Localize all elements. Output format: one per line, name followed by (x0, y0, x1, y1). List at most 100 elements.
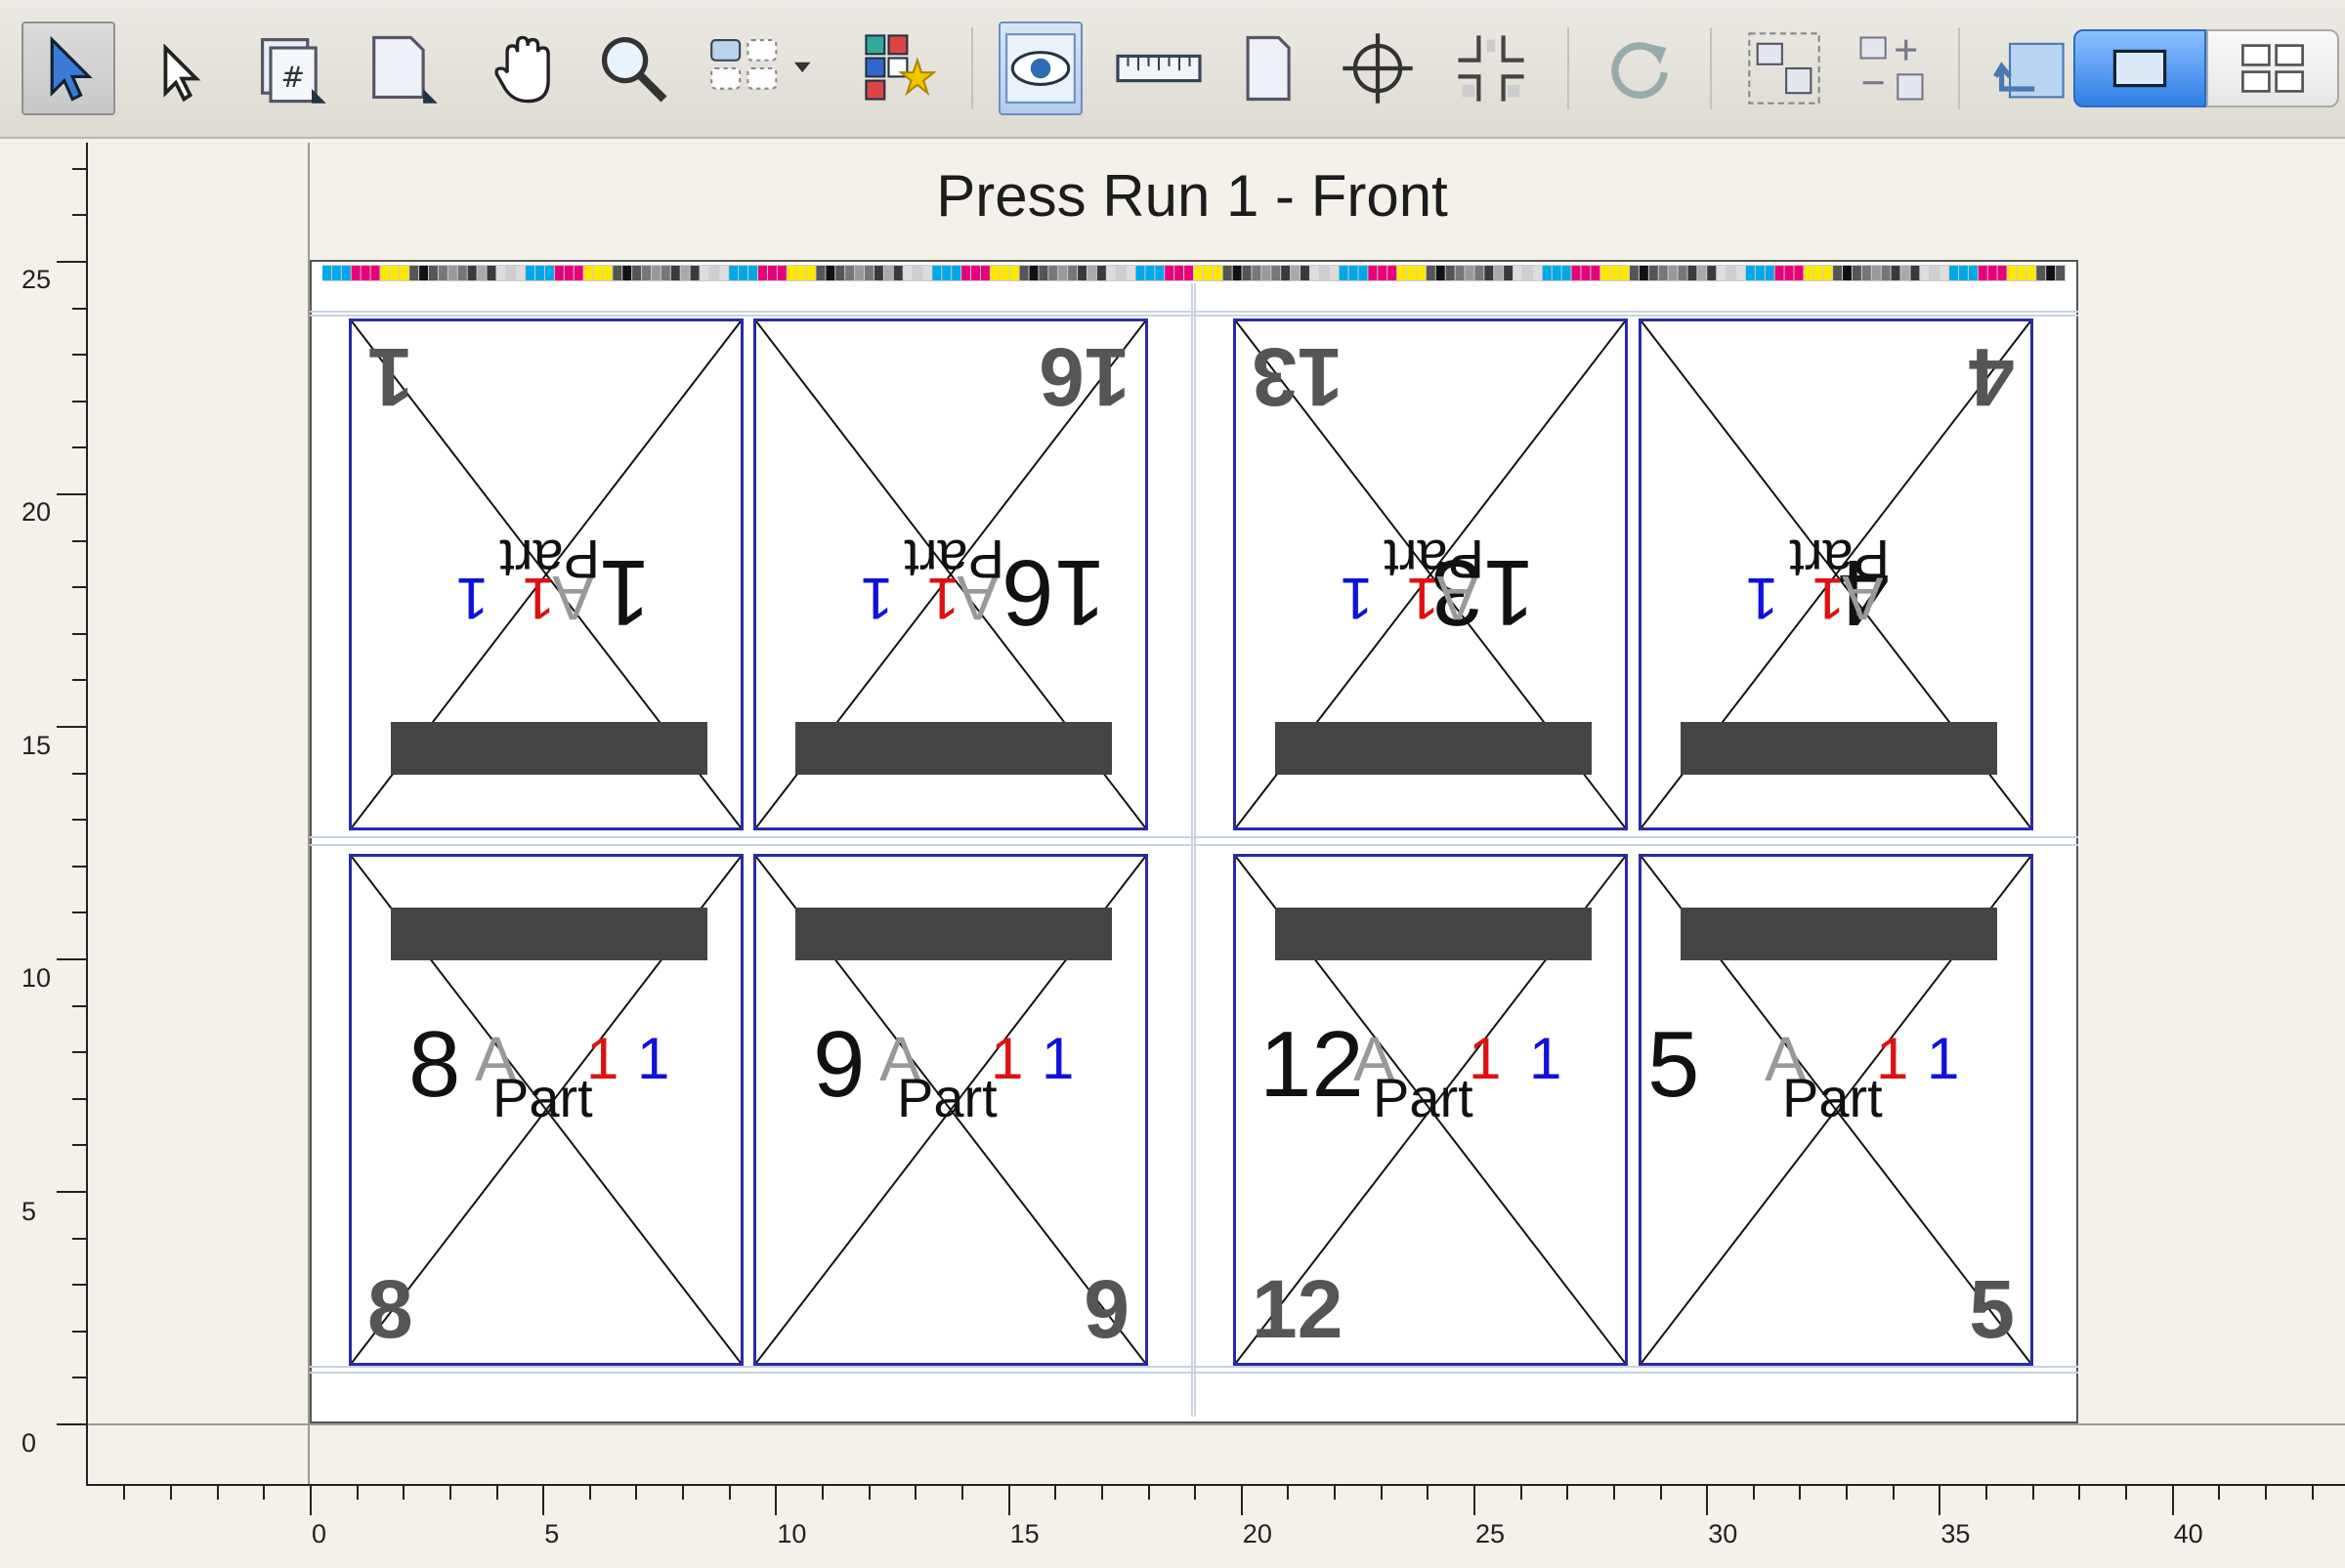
color-patch (1145, 266, 1155, 280)
horizontal-ruler-tick (542, 1486, 545, 1515)
color-patch (1465, 266, 1474, 280)
color-patch (1368, 266, 1378, 280)
color-patch (1339, 266, 1348, 280)
color-patch (1813, 266, 1823, 280)
color-patch (1978, 266, 1987, 280)
color-patch (1474, 266, 1484, 280)
marquee-select-icon[interactable] (1737, 21, 1831, 115)
color-patch (341, 266, 351, 280)
color-patch (400, 266, 409, 280)
color-patch (1348, 266, 1358, 280)
part-blue-mark: 1 (1340, 566, 1373, 631)
horizontal-ruler-label: 35 (1940, 1519, 1971, 1548)
crop-marks-icon[interactable] (1444, 21, 1538, 115)
color-patch (632, 266, 642, 280)
color-patch (796, 266, 806, 280)
color-patch (554, 266, 564, 280)
horizontal-ruler-tick (775, 1486, 778, 1515)
color-patch (370, 266, 380, 280)
color-patch (845, 266, 855, 280)
color-patch (952, 266, 961, 280)
align-snap-icon[interactable] (1845, 21, 1939, 115)
hand-pan-icon[interactable] (479, 21, 573, 115)
rotate-redo-icon[interactable] (1593, 21, 1686, 115)
ruler-measure-icon[interactable] (1108, 21, 1210, 115)
page-corner-number: 12 (1252, 1263, 1343, 1355)
grid-view-icon[interactable] (2206, 29, 2339, 107)
color-patch (1940, 266, 1949, 280)
color-patch (574, 266, 583, 280)
layout-grid-dropdown-icon[interactable] (698, 21, 834, 115)
color-patch (1600, 266, 1610, 280)
page-slug-bar (391, 908, 707, 960)
sheet-page-icon[interactable] (1219, 21, 1313, 115)
select-arrow-icon[interactable] (21, 21, 115, 115)
color-patch (1407, 266, 1416, 280)
color-patch (1900, 266, 1910, 280)
color-patch (835, 266, 845, 280)
horizontal-ruler-label: 25 (1475, 1519, 1506, 1548)
color-patch (1571, 266, 1581, 280)
color-patch (1852, 266, 1861, 280)
imposed-page[interactable]: 12 12 A 1 1 Part (1233, 854, 1628, 1366)
zoom-magnifier-icon[interactable] (586, 21, 680, 115)
color-patch (2026, 266, 2036, 280)
page-slug-bar (1681, 722, 1997, 775)
crosshair-register-icon[interactable] (1331, 21, 1425, 115)
color-patch (1126, 266, 1135, 280)
sheet-guide-line (1194, 283, 1196, 1417)
horizontal-ruler-tick (310, 1486, 312, 1515)
vertical-ruler-axis (86, 143, 88, 1486)
color-patch (1727, 266, 1736, 280)
imposed-page[interactable]: 1 1 A 1 1 Part (349, 318, 744, 830)
auto-layout-wand-icon[interactable] (852, 21, 946, 115)
color-patch (1987, 266, 1997, 280)
color-patch (622, 266, 632, 280)
color-patch (1648, 266, 1658, 280)
color-patch (1087, 266, 1096, 280)
horizontal-ruler-label: 20 (1242, 1519, 1272, 1548)
color-patch (1494, 266, 1504, 280)
imposed-page[interactable]: 13 13 A 1 1 Part (1233, 318, 1628, 830)
imposed-page[interactable]: 5 5 A 1 1 Part (1639, 854, 2033, 1366)
color-patch (1048, 266, 1058, 280)
color-patch (1930, 266, 1940, 280)
color-patch (1096, 266, 1106, 280)
vertical-ruler-label: 15 (21, 731, 52, 760)
color-patch (1794, 266, 1804, 280)
page-slug-bar (1681, 908, 1997, 960)
single-view-icon[interactable] (2073, 29, 2206, 107)
horizontal-ruler-tick (1659, 1486, 1662, 1500)
color-patch (1697, 266, 1707, 280)
page-number-tool-icon[interactable]: # (244, 21, 338, 115)
color-patch (1329, 266, 1339, 280)
part-text: Part (492, 1067, 593, 1128)
horizontal-ruler-tick (1287, 1486, 1290, 1500)
press-run-title: Press Run 1 - Front (936, 163, 1448, 229)
color-patch (1891, 266, 1900, 280)
sheet-baseline (88, 1423, 2345, 1425)
preview-eye-icon[interactable] (999, 21, 1083, 115)
imposed-page[interactable]: 9 9 A 1 1 Part (753, 854, 1148, 1366)
subselect-arrow-icon[interactable] (131, 21, 225, 115)
horizontal-ruler-tick (1334, 1486, 1337, 1500)
imposed-page[interactable]: 8 8 A 1 1 Part (349, 854, 744, 1366)
color-patch (1068, 266, 1078, 280)
color-patch (1039, 266, 1048, 280)
page-number-label: 16 (1002, 540, 1106, 645)
color-patch (564, 266, 574, 280)
color-patch (1552, 266, 1561, 280)
imposed-page[interactable]: 16 16 A 1 1 Part (753, 318, 1148, 830)
back-undo-icon[interactable] (1983, 21, 2077, 115)
vertical-ruler-label: 10 (21, 963, 52, 993)
color-patch (1455, 266, 1465, 280)
color-patch (409, 266, 419, 280)
page-part-label: 1 A 1 1 Part (352, 527, 741, 645)
page-corner-number: 13 (1252, 331, 1343, 423)
page-tool-icon[interactable] (354, 21, 448, 115)
horizontal-ruler-tick (1380, 1486, 1383, 1500)
color-patch (1445, 266, 1455, 280)
imposed-page[interactable]: 4 4 A 1 1 Part (1639, 318, 2033, 830)
color-patch (719, 266, 729, 280)
color-patch (2046, 266, 2056, 280)
